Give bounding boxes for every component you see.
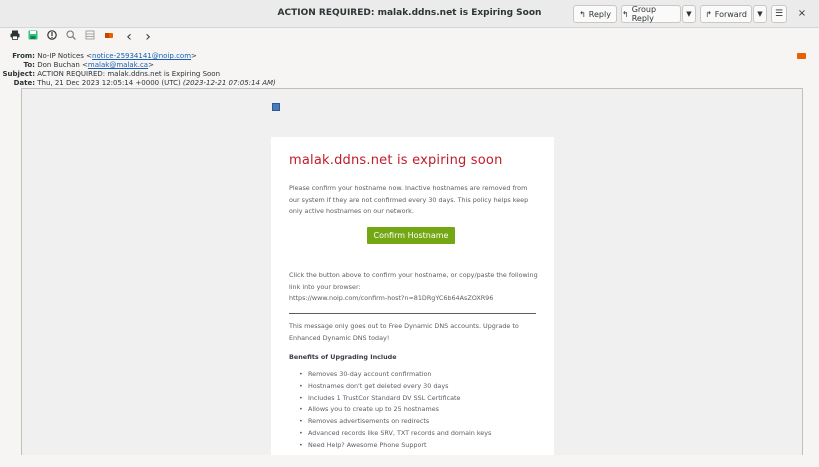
menu-button[interactable]: ☰ bbox=[771, 5, 787, 23]
to-name: Don Buchan < bbox=[37, 61, 88, 69]
window-titlebar: ACTION REQUIRED: malak.ddns.net is Expir… bbox=[0, 0, 819, 28]
forward-dropdown[interactable]: ▼ bbox=[753, 5, 767, 23]
email-background: malak.ddns.net is expiring soon Please c… bbox=[22, 89, 802, 456]
from-row: From: No-IP Notices <notice-25934141@noi… bbox=[0, 52, 197, 61]
message-toolbar: ‹ › bbox=[0, 28, 819, 46]
email-heading: malak.ddns.net is expiring soon bbox=[289, 153, 503, 168]
benefits-list: Removes 30-day account confirmation Host… bbox=[299, 369, 539, 452]
divider bbox=[289, 313, 536, 314]
group-reply-dropdown[interactable]: ▼ bbox=[682, 5, 696, 23]
confirm-link[interactable]: https://www.noip.com/confirm-host?n=81DR… bbox=[289, 293, 539, 305]
reply-button[interactable]: ↰ Reply bbox=[573, 5, 617, 23]
message-headers: From: No-IP Notices <notice-25934141@noi… bbox=[0, 47, 819, 91]
next-message-icon[interactable]: › bbox=[141, 30, 155, 44]
list-item: Advanced records like SRV, TXT records a… bbox=[299, 428, 539, 440]
forward-label: Forward bbox=[714, 9, 747, 19]
grid-icon[interactable] bbox=[83, 30, 97, 44]
to-row: To: Don Buchan <malak@malak.ca> bbox=[0, 61, 154, 70]
message-viewer[interactable]: malak.ddns.net is expiring soon Please c… bbox=[21, 88, 803, 456]
print-icon[interactable] bbox=[8, 30, 22, 44]
list-item: Includes 1 TrustCor Standard DV SSL Cert… bbox=[299, 393, 539, 405]
chevron-down-icon: ▼ bbox=[757, 10, 763, 18]
flag-icon[interactable] bbox=[797, 53, 806, 59]
info-icon[interactable] bbox=[45, 30, 59, 44]
zoom-icon[interactable] bbox=[64, 30, 78, 44]
flag-icon[interactable] bbox=[102, 30, 116, 44]
date-row: Date: Thu, 21 Dec 2023 12:05:14 +0000 (U… bbox=[0, 79, 276, 88]
tracking-image-icon bbox=[272, 103, 280, 111]
chevron-down-icon: ▼ bbox=[686, 10, 692, 18]
confirm-hostname-button[interactable]: Confirm Hostname bbox=[367, 227, 455, 244]
window-title: ACTION REQUIRED: malak.ddns.net is Expir… bbox=[277, 8, 542, 18]
reply-icon: ↰ bbox=[579, 9, 586, 19]
from-close: > bbox=[191, 52, 197, 60]
forward-button[interactable]: ↱ Forward bbox=[700, 5, 752, 23]
close-button[interactable]: × bbox=[794, 6, 810, 22]
to-label: To: bbox=[23, 61, 35, 69]
previous-message-icon[interactable]: ‹ bbox=[122, 30, 136, 44]
list-item: Need Help? Awesome Phone Support bbox=[299, 440, 539, 452]
from-name: No-IP Notices < bbox=[37, 52, 93, 60]
reply-label: Reply bbox=[588, 9, 611, 19]
link-instructions: Click the button above to confirm your h… bbox=[289, 271, 538, 291]
subject-text: ACTION REQUIRED: malak.ddns.net is Expir… bbox=[37, 70, 221, 78]
list-item: Removes advertisements on redirects bbox=[299, 416, 539, 428]
hamburger-icon: ☰ bbox=[774, 9, 784, 19]
date-label: Date: bbox=[13, 79, 35, 87]
free-account-notice: This message only goes out to Free Dynam… bbox=[289, 322, 519, 342]
to-email-link[interactable]: malak@malak.ca bbox=[88, 61, 148, 69]
intro-paragraph: Please confirm your hostname now. Inacti… bbox=[289, 184, 529, 215]
date-text: Thu, 21 Dec 2023 12:05:14 +0000 (UTC) bbox=[37, 79, 183, 87]
group-reply-icon: ↰ bbox=[622, 9, 629, 19]
benefits-heading: Benefits of Upgrading Include bbox=[289, 353, 397, 361]
forward-arrow-icon: ↱ bbox=[705, 9, 712, 19]
bottom-strip bbox=[0, 455, 819, 467]
group-reply-button[interactable]: ↰ Group Reply bbox=[621, 5, 681, 23]
from-label: From: bbox=[12, 52, 35, 60]
save-icon[interactable] bbox=[26, 30, 40, 44]
from-email-link[interactable]: notice-25934141@noip.com bbox=[92, 52, 191, 60]
to-close: > bbox=[148, 61, 154, 69]
subject-label: Subject: bbox=[2, 70, 35, 78]
list-item: Hostnames don't get deleted every 30 day… bbox=[299, 381, 539, 393]
list-item: Removes 30-day account confirmation bbox=[299, 369, 539, 381]
subject-row: Subject: ACTION REQUIRED: malak.ddns.net… bbox=[0, 70, 221, 79]
date-local-text: (2023-12-21 07:05:14 AM) bbox=[182, 79, 276, 87]
group-reply-label: Group Reply bbox=[631, 5, 657, 23]
list-item: Allows you to create up to 25 hostnames bbox=[299, 404, 539, 416]
email-card: malak.ddns.net is expiring soon Please c… bbox=[271, 137, 554, 456]
